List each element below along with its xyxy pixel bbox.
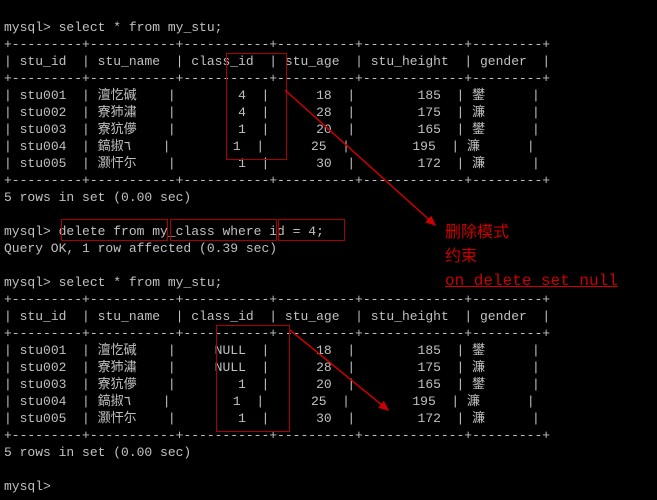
cell: 1 [238,377,246,392]
cell: 濂 [472,360,485,375]
cell: 195 [412,394,435,409]
table-sep: +---------+-----------+-----------+-----… [4,71,550,86]
col-stu-age: stu_age [285,54,340,69]
table-sep: +---------+-----------+-----------+-----… [4,326,550,341]
cell: 1 [238,411,246,426]
cell: 28 [316,105,332,120]
table-sep: +---------+-----------+-----------+-----… [4,37,550,52]
annotation-delete-mode: 删除模式 [445,223,509,243]
cell: 165 [418,122,441,137]
cell: 4 [238,88,246,103]
cell: 30 [316,411,332,426]
cell: 鐢 [472,88,485,103]
result-2: Query OK, 1 row affected (0.39 sec) [4,241,277,256]
cell: 灏忓尓 [98,156,137,171]
result-1: 5 rows in set (0.00 sec) [4,190,191,205]
annotation-on-delete-set-null: on_delete_set_null [445,271,618,291]
cell: stu004 [20,139,67,154]
prompt: mysql> [4,479,51,494]
terminal-output: mysql> select * from my_stu; +---------+… [0,0,657,497]
cell: 172 [418,156,441,171]
cell: 30 [316,156,332,171]
cell: stu001 [20,88,67,103]
cell: 172 [418,411,441,426]
cell: 185 [418,88,441,103]
annotation-constraint: 约束 [445,247,477,267]
table-sep: +---------+-----------+-----------+-----… [4,428,550,443]
cell: 1 [238,122,246,137]
cell: stu005 [20,156,67,171]
cell: 澶忔碱 [98,343,137,358]
cell: 灏忓尓 [98,411,137,426]
col-stu-name: stu_name [98,54,160,69]
cell: 1 [238,156,246,171]
cell: 鐢 [472,343,485,358]
cell-null: NULL [215,343,246,358]
query-3: select * from my_stu; [59,275,223,290]
cell: 195 [412,139,435,154]
query-1: select * from my_stu; [59,20,223,35]
cell: 1 [233,394,241,409]
cell: stu002 [20,360,67,375]
cell: 20 [316,122,332,137]
col-stu-age: stu_age [285,309,340,324]
col-class-id: class_id [191,309,253,324]
cell: 濂 [467,394,480,409]
cell: 28 [316,360,332,375]
cell: 濂 [472,105,485,120]
prompt: mysql> [4,224,51,239]
table-sep: +---------+-----------+-----------+-----… [4,173,550,188]
cell: 25 [311,139,327,154]
cell-null: NULL [215,360,246,375]
col-stu-name: stu_name [98,309,160,324]
cell: 25 [311,394,327,409]
col-stu-id: stu_id [20,309,67,324]
col-stu-height: stu_height [371,54,449,69]
cell: 165 [418,377,441,392]
cell: 寮犺儚 [98,122,137,137]
col-stu-height: stu_height [371,309,449,324]
cell: 鎬掓٦ [98,394,132,409]
col-stu-id: stu_id [20,54,67,69]
cell: 鐢 [472,122,485,137]
cell: 鎬掓٦ [98,139,132,154]
cell: 濂 [467,139,480,154]
cell: 175 [418,105,441,120]
cell: 澶忔碱 [98,88,137,103]
cell: 濂 [472,411,485,426]
cell: 1 [233,139,241,154]
result-3: 5 rows in set (0.00 sec) [4,445,191,460]
cell: stu003 [20,122,67,137]
col-class-id: class_id [191,54,253,69]
cell: stu005 [20,411,67,426]
cell: 18 [316,88,332,103]
prompt: mysql> [4,275,51,290]
cell: 濂 [472,156,485,171]
cell: 20 [316,377,332,392]
cell: 寮犻潚 [98,105,137,120]
cell: stu004 [20,394,67,409]
cell: 鐢 [472,377,485,392]
cell: 18 [316,343,332,358]
cell: 4 [238,105,246,120]
table-sep: +---------+-----------+-----------+-----… [4,292,550,307]
col-gender: gender [480,54,527,69]
cell: 寮犻潚 [98,360,137,375]
col-gender: gender [480,309,527,324]
cell: 185 [418,343,441,358]
cell: 寮犺儚 [98,377,137,392]
query-2: delete from my_class where id = 4; [59,224,324,239]
cell: stu002 [20,105,67,120]
cell: stu003 [20,377,67,392]
cell: 175 [418,360,441,375]
prompt: mysql> [4,20,51,35]
cell: stu001 [20,343,67,358]
